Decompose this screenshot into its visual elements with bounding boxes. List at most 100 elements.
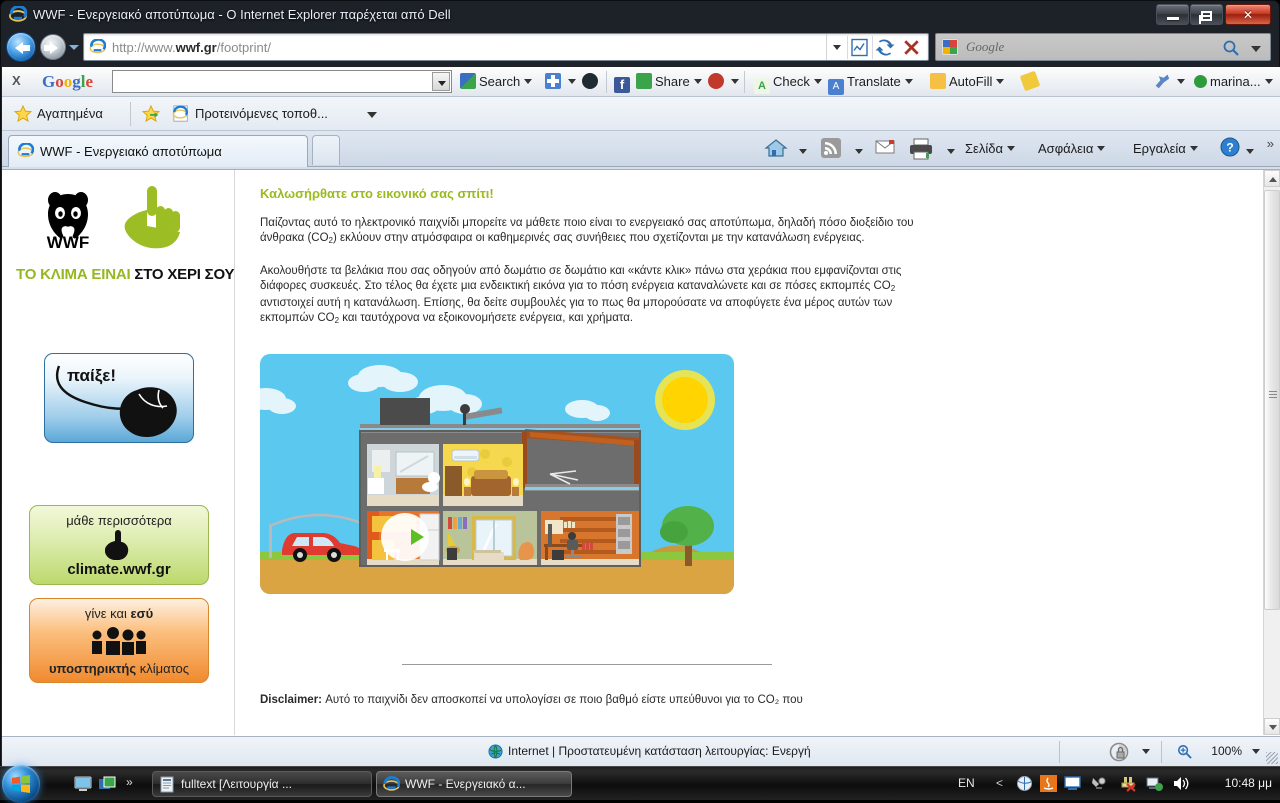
pointing-hand-icon xyxy=(124,186,180,249)
toolbar-close-button[interactable]: X xyxy=(12,73,21,88)
switch-windows-icon[interactable] xyxy=(98,775,116,793)
spellcheck-button[interactable]: A Check xyxy=(754,73,822,94)
address-bar[interactable]: http://www.wwf.gr/footprint/ xyxy=(83,33,929,61)
address-dropdown-button[interactable] xyxy=(826,34,846,60)
taskbar-button-fulltext[interactable]: fulltext [Λειτουργία ... xyxy=(152,771,372,797)
chevron-down-icon[interactable] xyxy=(904,79,913,84)
network-disconnected-icon[interactable] xyxy=(1120,775,1137,792)
zoom-level-text[interactable]: 100% xyxy=(1211,744,1242,758)
back-button[interactable] xyxy=(6,32,36,62)
chevron-down-icon[interactable] xyxy=(1142,749,1150,754)
share-button[interactable]: Share xyxy=(636,73,702,93)
chevron-down-icon[interactable] xyxy=(813,79,822,84)
star-icon[interactable] xyxy=(14,105,32,123)
search-box[interactable]: Google xyxy=(935,33,1271,61)
restore-button[interactable] xyxy=(1190,4,1223,25)
menu-tools[interactable]: Εργαλεία xyxy=(1133,140,1198,160)
command-overflow-button[interactable]: » xyxy=(1267,136,1274,151)
learn-more-button[interactable]: μάθε περισσότερα climate.wwf.gr xyxy=(29,505,209,585)
chevron-down-icon[interactable] xyxy=(1246,149,1254,154)
scroll-down-button[interactable] xyxy=(1264,718,1280,735)
google-add-button[interactable] xyxy=(545,73,576,93)
highlighter-button[interactable] xyxy=(1019,70,1041,93)
new-tab-button[interactable] xyxy=(312,135,340,165)
zoom-magnifier-icon[interactable] xyxy=(1177,744,1192,759)
toolbar-user-button[interactable]: marina... xyxy=(1194,73,1273,93)
vertical-scrollbar[interactable] xyxy=(1263,170,1280,735)
chevron-down-icon[interactable] xyxy=(855,149,863,154)
chevron-down-icon[interactable] xyxy=(524,79,533,84)
document-icon xyxy=(160,776,174,793)
start-button[interactable] xyxy=(2,765,40,803)
home-icon[interactable] xyxy=(764,137,788,159)
p2-a: Ακολουθήστε τα βελάκια που σας οδηγούν α… xyxy=(260,265,902,292)
google-search-input[interactable] xyxy=(112,70,452,93)
google-search-dropdown-icon[interactable] xyxy=(432,72,450,91)
google-toolbar: X Google Search f Share A Check A Transl… xyxy=(2,67,1280,97)
java-icon[interactable] xyxy=(1040,775,1057,792)
search-dropdown-icon[interactable] xyxy=(1251,46,1261,52)
google-globe-button[interactable] xyxy=(582,73,601,93)
block-button[interactable] xyxy=(708,73,739,93)
network-icon[interactable] xyxy=(1146,775,1163,792)
tab-wwf[interactable]: WWF - Ενεργειακό αποτύπωμα xyxy=(8,135,308,167)
clock[interactable]: 10:48 μμ xyxy=(1225,776,1272,790)
facebook-button[interactable]: f xyxy=(614,73,633,93)
print-icon[interactable] xyxy=(908,137,934,161)
minimize-button[interactable] xyxy=(1156,4,1189,25)
search-icon[interactable] xyxy=(1222,39,1240,57)
help-icon[interactable]: ? xyxy=(1220,137,1240,157)
address-domain: wwf.gr xyxy=(175,40,217,55)
chevron-down-icon[interactable] xyxy=(693,79,702,84)
chevron-down-icon[interactable] xyxy=(1006,146,1015,151)
windows-update-icon[interactable] xyxy=(1016,775,1033,792)
suggested-sites-label[interactable]: Προτεινόμενες τοποθ... xyxy=(195,106,328,121)
resize-grip-icon[interactable] xyxy=(1266,752,1278,764)
display-icon[interactable] xyxy=(1064,775,1081,792)
p2-c: και ταυτόχρονα να εξοικονομήσετε ενέργει… xyxy=(339,312,634,324)
language-indicator[interactable]: EN xyxy=(958,776,975,790)
chevron-down-icon[interactable] xyxy=(1264,79,1273,84)
protected-mode-icon[interactable] xyxy=(1109,742,1130,762)
google-search-button[interactable]: Search xyxy=(460,73,533,93)
refresh-icon[interactable] xyxy=(872,36,897,59)
compatibility-view-icon[interactable] xyxy=(847,36,872,59)
volume-icon[interactable] xyxy=(1172,775,1189,792)
support-button[interactable]: γίνε και εσύ υποστηρικτής κλίματος xyxy=(29,598,209,683)
menu-page[interactable]: Σελίδα xyxy=(965,140,1015,160)
chevron-down-icon[interactable] xyxy=(1097,146,1106,151)
scrollbar-thumb[interactable] xyxy=(1264,190,1280,610)
scroll-up-button[interactable] xyxy=(1264,170,1280,187)
chevron-down-icon[interactable] xyxy=(1177,79,1185,84)
chevron-down-icon[interactable] xyxy=(1189,146,1198,151)
recent-pages-icon[interactable] xyxy=(69,45,79,50)
chevron-down-icon[interactable] xyxy=(731,79,739,84)
ie-suggested-sites-icon[interactable] xyxy=(172,105,190,123)
chevron-down-icon[interactable] xyxy=(947,149,955,154)
title-bar: WWF - Ενεργειακό αποτύπωμα - Ο Internet … xyxy=(1,1,1279,29)
satellite-icon[interactable] xyxy=(1090,775,1107,792)
stop-icon[interactable] xyxy=(899,36,924,59)
rss-feed-icon[interactable] xyxy=(820,137,842,159)
chevron-down-icon[interactable] xyxy=(367,112,377,118)
support-line2-bold: υποστηρικτής xyxy=(48,661,137,676)
chevron-down-icon[interactable] xyxy=(996,79,1005,84)
mail-icon[interactable] xyxy=(874,137,896,157)
close-button[interactable]: ✕ xyxy=(1225,4,1271,25)
quicklaunch-overflow[interactable]: » xyxy=(126,775,133,789)
house-illustration[interactable] xyxy=(260,354,920,594)
play-button[interactable]: παίξε! xyxy=(44,353,194,443)
menu-security[interactable]: Ασφάλεια xyxy=(1038,140,1106,160)
taskbar-button-wwf[interactable]: WWF - Ενεργειακό α... xyxy=(376,771,572,797)
chevron-down-icon[interactable] xyxy=(568,79,576,84)
toolbar-settings-button[interactable] xyxy=(1154,73,1185,93)
chevron-down-icon[interactable] xyxy=(799,149,807,154)
tray-expand-button[interactable]: < xyxy=(996,776,1003,790)
translate-button[interactable]: A Translate xyxy=(828,73,913,95)
favorites-label[interactable]: Αγαπημένα xyxy=(37,106,103,121)
show-desktop-icon[interactable] xyxy=(74,775,92,793)
add-favorite-icon[interactable] xyxy=(142,105,160,123)
autofill-button[interactable]: AutoFill xyxy=(930,73,1005,93)
forward-button[interactable] xyxy=(40,34,66,60)
chevron-down-icon[interactable] xyxy=(1252,749,1260,754)
